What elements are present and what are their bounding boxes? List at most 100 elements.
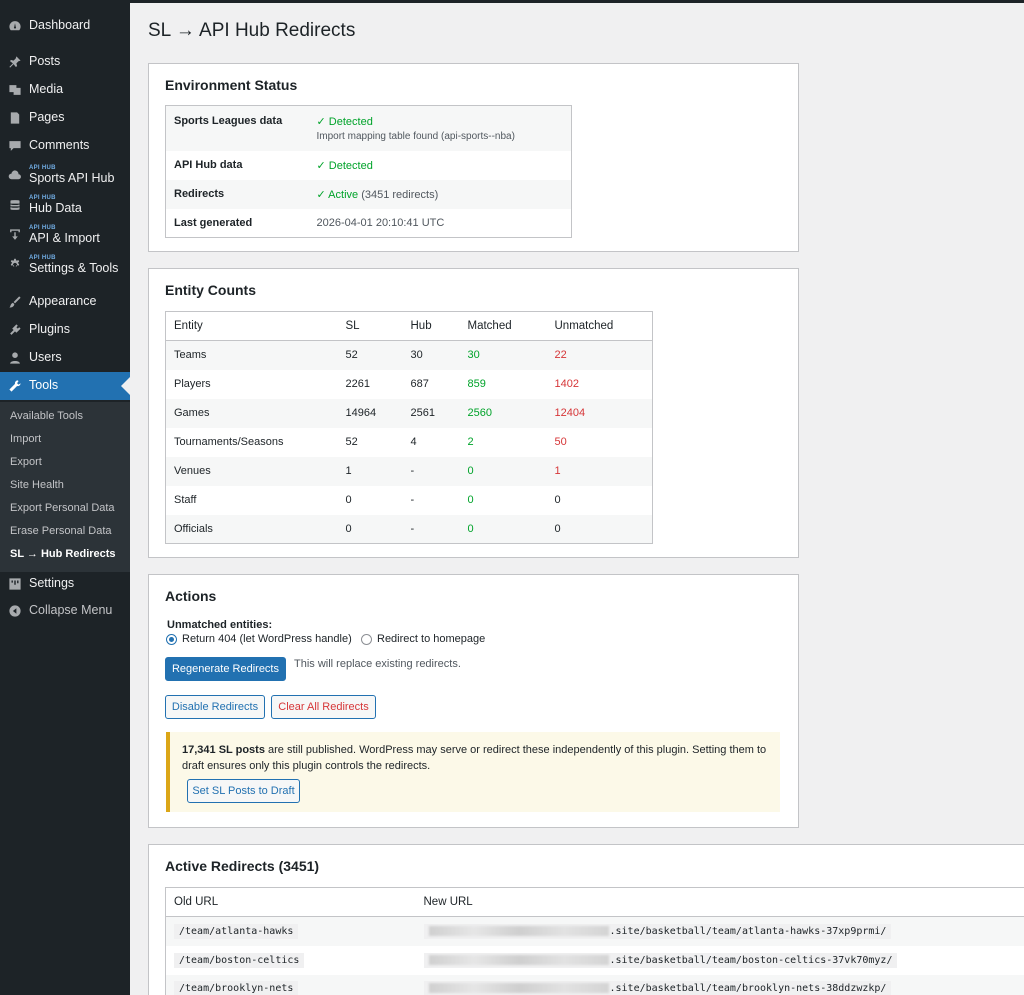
radio-redirect-homepage[interactable] [361, 634, 372, 645]
clear-all-redirects-button[interactable]: Clear All Redirects [271, 695, 376, 719]
table-row: Sports Leagues data ✓ Detected Import ma… [165, 105, 572, 151]
download-icon [8, 228, 22, 242]
menu-dashboard[interactable]: Dashboard [0, 12, 130, 40]
user-icon [8, 351, 22, 365]
plugin-icon [8, 323, 22, 337]
table-row: API Hub data ✓ Detected [166, 151, 572, 180]
dashboard-icon [8, 19, 22, 33]
table-cell: 12404 [546, 398, 653, 428]
radio-return-404[interactable] [166, 634, 177, 645]
menu-posts[interactable]: Posts [0, 48, 130, 76]
pin-icon [8, 55, 22, 69]
table-cell: 52 [337, 340, 403, 370]
submenu-export-personal-data[interactable]: Export Personal Data [10, 502, 115, 514]
page-icon [8, 111, 22, 125]
comment-icon [8, 139, 22, 153]
column-header: Matched [459, 311, 547, 341]
sliders-icon [8, 577, 22, 591]
submenu-available-tools[interactable]: Available Tools [10, 410, 83, 422]
submenu-site-health[interactable]: Site Health [10, 479, 64, 491]
database-icon [8, 198, 22, 212]
column-header: Entity [165, 311, 338, 341]
table-cell: 0 [546, 514, 653, 544]
menu-label: Users [29, 350, 62, 365]
table-cell: 0 [459, 514, 547, 544]
menu-settings-tools[interactable]: API HUB Settings & Tools [0, 251, 130, 279]
menu-collapse[interactable]: Collapse Menu [0, 597, 130, 625]
redacted-domain [428, 925, 609, 936]
admin-topbar [130, 0, 1024, 3]
cloud-icon [8, 168, 22, 182]
menu-label: Sports API Hub [29, 170, 115, 185]
menu-api-import[interactable]: API HUB API & Import [0, 221, 130, 249]
radio-label: Redirect to homepage [377, 633, 486, 645]
menu-users[interactable]: Users [0, 344, 130, 372]
new-url[interactable]: .site/basketball/team/boston-celtics-37v… [423, 952, 898, 968]
menu-label: Tools [29, 378, 59, 393]
table-cell: 0 [467, 494, 474, 506]
menu-appearance[interactable]: Appearance [0, 288, 130, 316]
table-cell: 30 [459, 340, 547, 370]
menu-settings[interactable]: Settings [0, 570, 130, 598]
status-detected: ✓ Detected [316, 159, 373, 172]
environment-table: Sports Leagues data ✓ Detected Import ma… [165, 105, 572, 238]
menu-pages[interactable]: Pages [0, 104, 130, 132]
submenu-erase-personal-data[interactable]: Erase Personal Data [10, 525, 112, 537]
table-cell: Officials [165, 514, 338, 544]
new-url[interactable]: .site/basketball/team/brooklyn-nets-38dd… [423, 981, 892, 995]
table-header-row: Entity SL Hub Matched Unmatched [165, 311, 653, 341]
set-sl-posts-draft-button[interactable]: Set SL Posts to Draft [187, 779, 300, 803]
table-row: /team/atlanta-hawks .site/basketball/team… [165, 916, 1024, 946]
table-row: Players 2261 687 859 1402 [166, 370, 653, 399]
env-label: API Hub data [174, 159, 243, 171]
table-cell: - [402, 514, 460, 544]
menu-tools[interactable]: Tools [0, 372, 130, 400]
new-url[interactable]: .site/basketball/team/atlanta-hawks-37xp… [423, 923, 892, 939]
menu-sports-api-hub[interactable]: API HUB Sports API Hub [0, 161, 130, 189]
menu-label: Dashboard [29, 18, 91, 33]
table-cell: 0 [459, 456, 547, 486]
table-cell: 22 [546, 340, 653, 370]
radio-label: Return 404 (let WordPress handle) [182, 633, 352, 645]
menu-label: Media [29, 82, 64, 97]
table-cell: 52 [345, 436, 358, 448]
table-cell: - [402, 456, 460, 486]
table-cell: 687 [410, 378, 429, 390]
menu-label: Settings [29, 576, 75, 591]
notice-text: 17,341 SL posts are still published. Wor… [182, 744, 767, 772]
table-row: Officials 0-0 0 [165, 514, 653, 544]
table-row: Games 14964 2561 2560 12404 [165, 398, 653, 428]
submenu-export[interactable]: Export [10, 456, 42, 468]
table-cell: - [410, 494, 415, 506]
table-row: Staff 0 - 0 0 [166, 486, 653, 515]
table-cell: Players [174, 378, 211, 390]
column-header: Unmatched [546, 311, 653, 341]
disable-redirects-button[interactable]: Disable Redirects [165, 695, 265, 719]
submenu-sl-hub-redirects[interactable]: SL → Hub Redirects [10, 548, 116, 560]
table-row: Last generated 2026-04-01 20:10:41 UTC [166, 209, 572, 238]
menu-plugins[interactable]: Plugins [0, 316, 130, 344]
new-url-path: .site/basketball/team/boston-celtics-37v… [609, 954, 893, 966]
section-title: Entity Counts [165, 282, 256, 298]
column-header: Old URL [165, 887, 416, 917]
new-url-path: .site/basketball/team/brooklyn-nets-38dd… [609, 983, 887, 995]
table-row: Teams 52 30 30 22 [165, 340, 653, 370]
active-redirects-card: Active Redirects (3451) Old URL New URL … [148, 844, 1024, 995]
menu-comments[interactable]: Comments [0, 132, 130, 160]
env-label: Last generated [174, 216, 253, 229]
column-header: New URL [415, 887, 1024, 917]
table-cell: Tournaments/Seasons [174, 436, 284, 448]
table-cell: 1402 [554, 378, 579, 390]
menu-media[interactable]: Media [0, 76, 130, 104]
table-cell: 2560 [459, 398, 547, 428]
menu-label: Posts [29, 54, 61, 69]
table-row: /team/boston-celtics .site/basketball/tea… [166, 946, 1024, 975]
env-note: Import mapping table found (api-sports--… [316, 131, 515, 142]
table-row: Redirects ✓ Active (3451 redirects) [165, 179, 572, 209]
env-label: Sports Leagues data [174, 115, 283, 127]
submenu-import[interactable]: Import [10, 433, 41, 445]
menu-hub-data[interactable]: API HUB Hub Data [0, 191, 130, 219]
table-cell: 14964 [337, 398, 403, 428]
admin-sidebar: Dashboard Posts Media Pages Comments API… [0, 0, 130, 995]
regenerate-redirects-button[interactable]: Regenerate Redirects [165, 657, 286, 681]
